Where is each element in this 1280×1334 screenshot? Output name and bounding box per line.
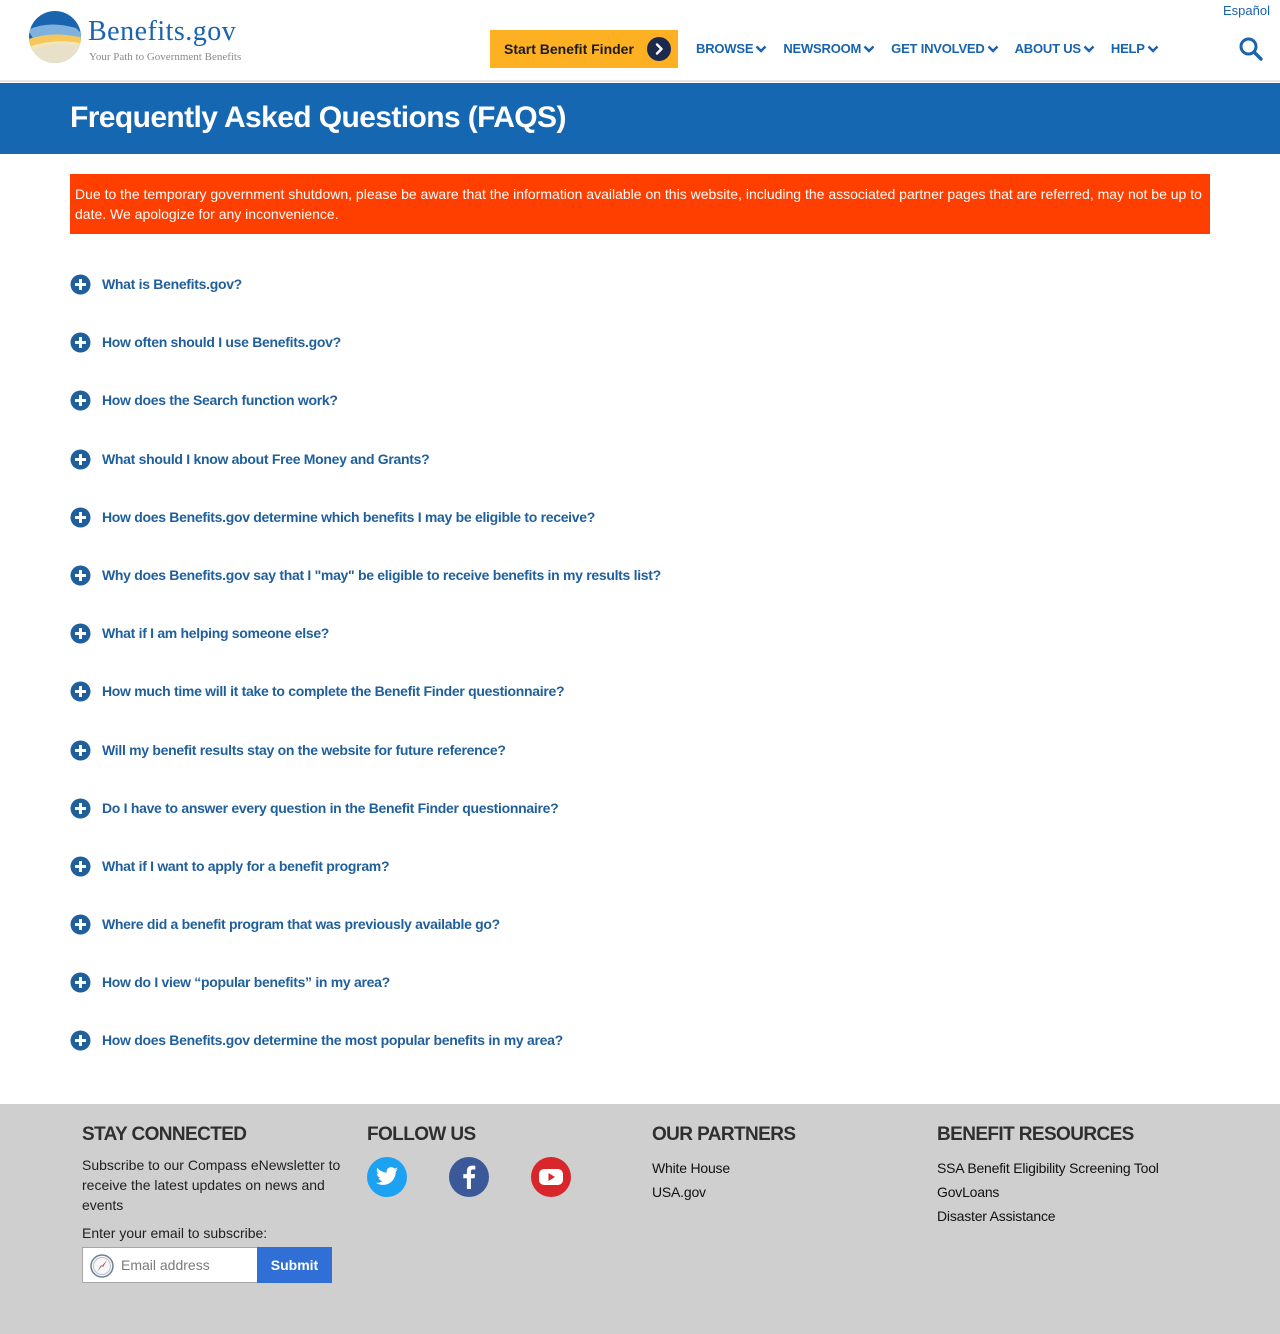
facebook-icon[interactable]: [449, 1157, 489, 1197]
resources-links: SSA Benefit Eligibility Screening Tool G…: [937, 1156, 1159, 1228]
faq-question: How does the Search function work?: [102, 392, 338, 408]
faq-item[interactable]: How do I view “popular benefits” in my a…: [70, 968, 390, 996]
chevron-down-icon: [987, 45, 998, 53]
resource-link-disaster-assistance[interactable]: Disaster Assistance: [937, 1204, 1159, 1228]
chevron-down-icon: [755, 45, 767, 53]
email-field-wrapper: [82, 1247, 257, 1283]
faq-item[interactable]: What is Benefits.gov?: [70, 270, 242, 298]
stay-connected-section: STAY CONNECTED Subscribe to our Compass …: [82, 1124, 344, 1283]
nav-browse-label: BROWSE: [696, 41, 754, 56]
faq-item[interactable]: How often should I use Benefits.gov?: [70, 328, 341, 356]
plus-circle-icon: [70, 740, 91, 760]
page-title: Frequently Asked Questions (FAQS): [70, 101, 566, 134]
faq-item[interactable]: How much time will it take to complete t…: [70, 677, 565, 705]
youtube-icon[interactable]: [531, 1157, 571, 1197]
faq-question: Will my benefit results stay on the webs…: [102, 742, 506, 758]
plus-circle-icon: [70, 1030, 91, 1050]
faq-question: How much time will it take to complete t…: [102, 683, 565, 699]
partner-link-white-house[interactable]: White House: [652, 1156, 795, 1180]
nav-browse[interactable]: BROWSE: [696, 41, 767, 56]
faq-item[interactable]: Where did a benefit program that was pre…: [70, 910, 500, 938]
faq-item[interactable]: How does Benefits.gov determine which be…: [70, 503, 595, 531]
faq-item[interactable]: How does the Search function work?: [70, 386, 338, 414]
benefit-resources-section: BENEFIT RESOURCES SSA Benefit Eligibilit…: [937, 1124, 1159, 1228]
faq-question: How does Benefits.gov determine which be…: [102, 509, 595, 525]
plus-circle-icon: [70, 274, 91, 294]
plus-circle-icon: [70, 507, 91, 527]
faq-item[interactable]: Will my benefit results stay on the webs…: [70, 736, 506, 764]
twitter-icon[interactable]: [367, 1157, 407, 1197]
stay-connected-heading: STAY CONNECTED: [82, 1124, 247, 1145]
nav-newsroom-label: NEWSROOM: [783, 41, 862, 56]
chevron-down-icon: [863, 45, 875, 53]
main-navigation: BROWSE NEWSROOM GET INVOLVED ABOUT US HE…: [696, 41, 1175, 56]
faq-question: Why does Benefits.gov say that I "may" b…: [102, 567, 661, 583]
resource-link-ssa-best[interactable]: SSA Benefit Eligibility Screening Tool: [937, 1156, 1159, 1180]
logo-wordmark: Benefits.gov: [88, 16, 237, 47]
plus-circle-icon: [70, 332, 91, 352]
plus-circle-icon: [70, 914, 91, 934]
plus-circle-icon: [70, 972, 91, 992]
chevron-down-icon: [1147, 45, 1159, 53]
faq-item[interactable]: Do I have to answer every question in th…: [70, 794, 559, 822]
benefit-resources-heading: BENEFIT RESOURCES: [937, 1124, 1134, 1145]
follow-us-section: FOLLOW US: [367, 1124, 613, 1197]
faq-question: What if I want to apply for a benefit pr…: [102, 858, 390, 874]
partner-link-usa-gov[interactable]: USA.gov: [652, 1180, 795, 1204]
plus-circle-icon: [70, 798, 91, 818]
subscribe-form: Submit: [82, 1247, 332, 1283]
logo-tagline: Your Path to Government Benefits: [89, 51, 242, 63]
submit-button[interactable]: Submit: [257, 1247, 332, 1283]
logo-globe-icon: [29, 11, 81, 63]
chevron-down-icon: [1083, 45, 1095, 53]
faq-item[interactable]: How does Benefits.gov determine the most…: [70, 1026, 563, 1054]
faq-question: What should I know about Free Money and …: [102, 451, 430, 467]
page-title-band: Frequently Asked Questions (FAQS): [0, 83, 1280, 154]
shutdown-alert: Due to the temporary government shutdown…: [70, 174, 1210, 234]
nav-about-us[interactable]: ABOUT US: [1015, 41, 1095, 56]
plus-circle-icon: [70, 449, 91, 469]
faq-item[interactable]: Why does Benefits.gov say that I "may" b…: [70, 561, 661, 589]
site-logo[interactable]: Benefits.gov Your Path to Government Ben…: [28, 10, 268, 70]
faq-question: Where did a benefit program that was pre…: [102, 916, 500, 932]
site-footer: STAY CONNECTED Subscribe to our Compass …: [0, 1104, 1280, 1334]
faq-question: Do I have to answer every question in th…: [102, 800, 559, 816]
plus-circle-icon: [70, 390, 91, 410]
nav-get-involved-label: GET INVOLVED: [891, 41, 985, 56]
compass-icon: [90, 1254, 114, 1278]
faq-question: What if I am helping someone else?: [102, 625, 330, 641]
newsletter-description: Subscribe to our Compass eNewsletter to …: [82, 1157, 341, 1213]
nav-get-involved[interactable]: GET INVOLVED: [891, 41, 998, 56]
faq-item[interactable]: What if I am helping someone else?: [70, 619, 329, 647]
faq-question: What is Benefits.gov?: [102, 276, 242, 292]
faq-item[interactable]: What if I want to apply for a benefit pr…: [70, 852, 390, 880]
faq-item[interactable]: What should I know about Free Money and …: [70, 445, 430, 473]
social-links: [367, 1157, 613, 1197]
chevron-right-icon: [647, 37, 671, 61]
search-icon[interactable]: [1238, 36, 1264, 62]
faq-question: How often should I use Benefits.gov?: [102, 334, 341, 350]
nav-help-label: HELP: [1110, 41, 1145, 56]
plus-circle-icon: [70, 565, 91, 585]
start-benefit-finder-label: Start Benefit Finder: [504, 41, 634, 57]
email-subscribe-label: Enter your email to subscribe:: [82, 1225, 268, 1241]
start-benefit-finder-button[interactable]: Start Benefit Finder: [490, 30, 678, 68]
nav-newsroom[interactable]: NEWSROOM: [783, 41, 875, 56]
faq-question: How do I view “popular benefits” in my a…: [102, 974, 390, 990]
faq-question: How does Benefits.gov determine the most…: [102, 1032, 563, 1048]
email-input[interactable]: [121, 1248, 255, 1282]
plus-circle-icon: [70, 856, 91, 876]
our-partners-section: OUR PARTNERS White House USA.gov: [652, 1124, 796, 1204]
partners-links: White House USA.gov: [652, 1156, 795, 1204]
language-link-espanol[interactable]: Español: [1223, 3, 1270, 18]
site-header: Benefits.gov Your Path to Government Ben…: [0, 0, 1280, 82]
follow-us-heading: FOLLOW US: [367, 1124, 476, 1145]
resource-link-govloans[interactable]: GovLoans: [937, 1180, 1159, 1204]
our-partners-heading: OUR PARTNERS: [652, 1124, 796, 1145]
nav-help[interactable]: HELP: [1111, 41, 1159, 56]
plus-circle-icon: [70, 623, 91, 643]
plus-circle-icon: [70, 681, 91, 701]
nav-about-us-label: ABOUT US: [1014, 41, 1081, 56]
